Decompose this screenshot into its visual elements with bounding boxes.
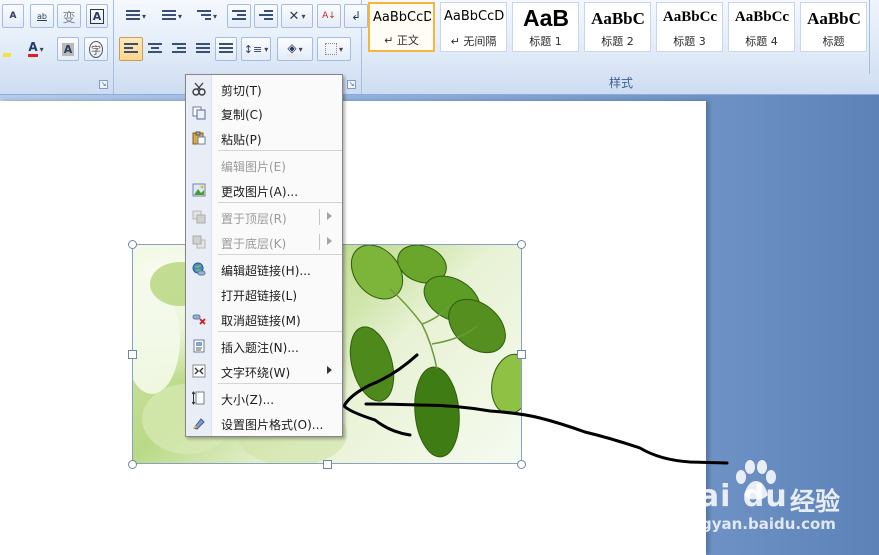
copy-icon (192, 106, 206, 120)
menu-item-4: 编辑图片(E) (186, 153, 342, 177)
paste-icon (192, 131, 206, 145)
menu-item-label: 编辑超链接(H)... (221, 264, 311, 278)
format-picture-icon (192, 416, 206, 430)
menu-item-5[interactable]: 更改图片(A)... (186, 178, 342, 202)
text-wrap-icon (192, 364, 206, 378)
menu-item-label: 插入题注(N)... (221, 341, 299, 355)
menu-item-label: 剪切(T) (221, 84, 262, 98)
menu-item-14[interactable]: 设置图片格式(O)... (186, 411, 342, 435)
menu-item-10[interactable]: 取消超链接(M) (186, 307, 342, 331)
menu-item-label: 复制(C) (221, 108, 263, 122)
menu-item-13[interactable]: 大小(Z)... (186, 386, 342, 410)
menu-item-label: 文字环绕(W) (221, 366, 291, 380)
menu-item-label: 大小(Z)... (221, 393, 275, 407)
split-divider (319, 234, 320, 250)
menu-item-3[interactable]: 粘贴(P) (186, 126, 342, 150)
send-back-icon (192, 235, 206, 249)
menu-item-label: 取消超链接(M) (221, 314, 301, 328)
submenu-arrow-icon (327, 212, 332, 220)
change-picture-icon (192, 183, 206, 197)
menu-separator (218, 383, 342, 384)
menu-item-11[interactable]: 插入题注(N)... (186, 334, 342, 358)
menu-item-label: 粘贴(P) (221, 133, 262, 147)
menu-item-label: 编辑图片(E) (221, 160, 286, 174)
submenu-arrow-icon (327, 366, 332, 374)
menu-item-label: 打开超链接(L) (221, 289, 298, 303)
hyperlink-globe-icon (192, 262, 206, 276)
watermark-url: jingyan.baidu.com (680, 515, 836, 533)
baidu-jingyan-watermark: Bai du 经验 jingyan.baidu.com (650, 455, 879, 555)
menu-separator (218, 202, 342, 203)
remove-link-icon (192, 312, 206, 326)
menu-item-7: 置于底层(K) (186, 230, 342, 254)
context-menu: 剪切(T) 复制(C) 粘贴(P) 编辑图片(E) 更改图片(A)... 置于顶层(R) 置… (185, 74, 343, 437)
menu-item-2[interactable]: 复制(C) (186, 101, 342, 125)
scissors-icon (192, 82, 206, 96)
menu-item-label: 更改图片(A)... (221, 185, 299, 199)
menu-item-12[interactable]: 文字环绕(W) (186, 359, 342, 383)
menu-separator (218, 150, 342, 151)
menu-item-8[interactable]: 编辑超链接(H)... (186, 257, 342, 281)
submenu-arrow-icon (327, 237, 332, 245)
menu-item-label: 置于顶层(R) (221, 212, 287, 226)
menu-item-9[interactable]: 打开超链接(L) (186, 282, 342, 306)
menu-item-label: 设置图片格式(O)... (221, 418, 324, 432)
menu-separator (218, 254, 342, 255)
watermark-brand: Bai du (675, 479, 788, 514)
split-divider (319, 209, 320, 225)
menu-item-6: 置于顶层(R) (186, 205, 342, 229)
size-icon (191, 391, 206, 405)
menu-separator (218, 331, 342, 332)
menu-item-label: 置于底层(K) (221, 237, 287, 251)
watermark-jingyan: 经验 (790, 487, 841, 516)
caption-icon (192, 339, 206, 353)
bring-front-icon (192, 210, 206, 224)
menu-item-1[interactable]: 剪切(T) (186, 77, 342, 101)
